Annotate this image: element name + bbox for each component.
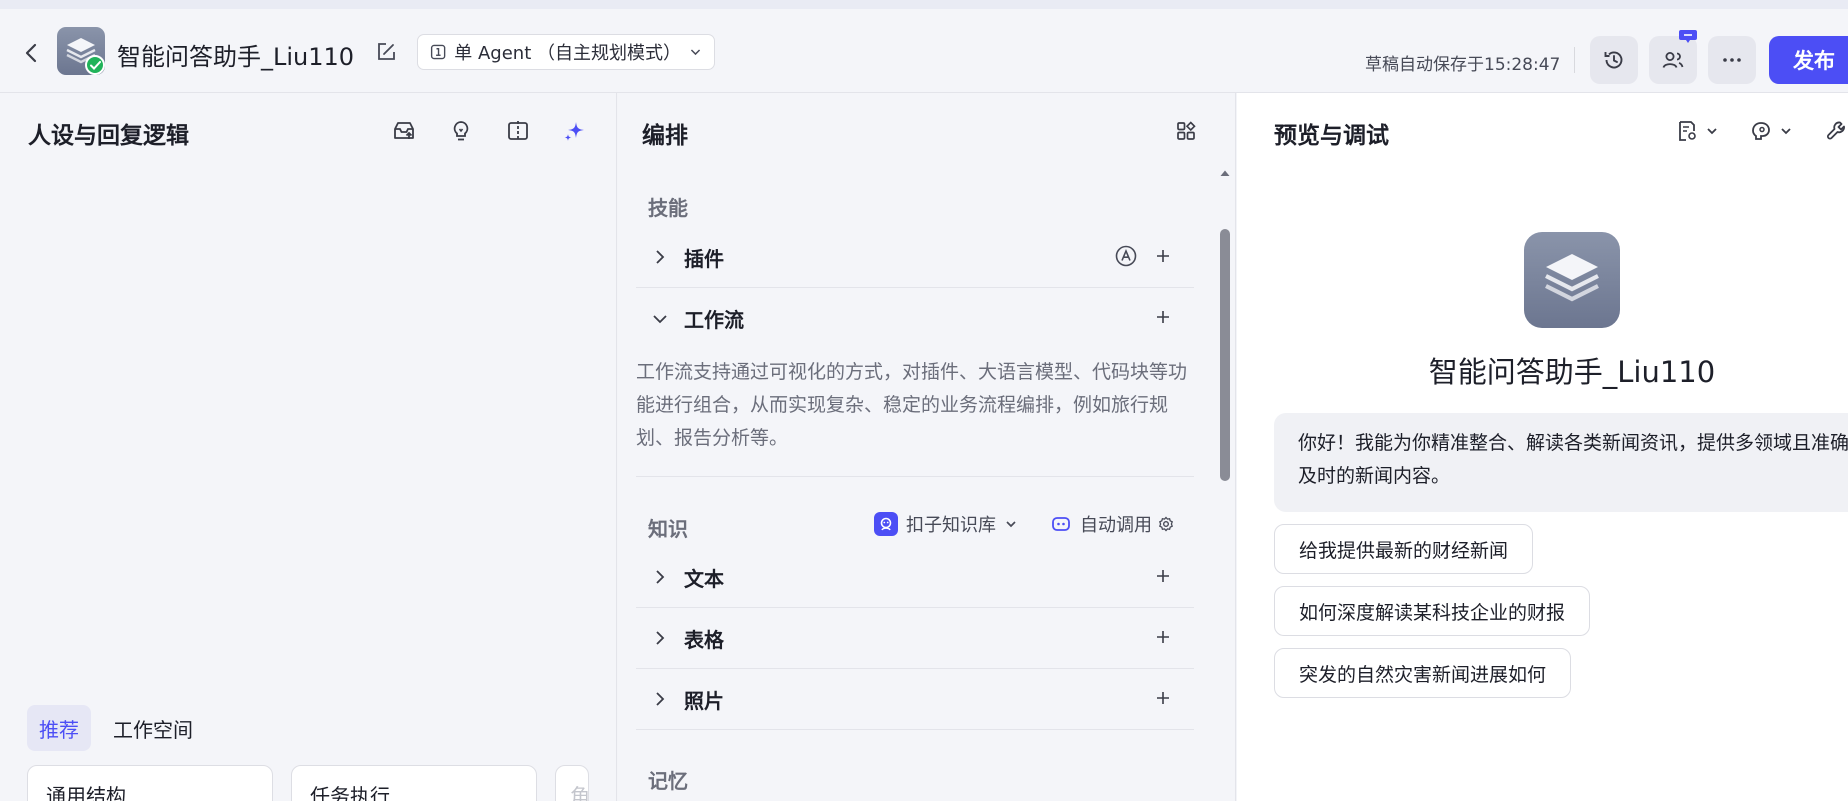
suggested-question[interactable]: 给我提供最新的财经新闻	[1274, 524, 1534, 574]
photo-knowledge-label: 照片	[684, 688, 724, 713]
agent-mode-select[interactable]: 单 Agent （自主规划模式）	[417, 34, 715, 70]
add-plugin-icon[interactable]	[1152, 245, 1174, 267]
workflow-row[interactable]: 工作流	[636, 288, 1194, 349]
edit-icon[interactable]	[375, 41, 397, 63]
plugins-row[interactable]: 插件	[636, 227, 1194, 288]
auto-select-icon[interactable]	[1114, 244, 1138, 268]
more-icon	[1723, 58, 1741, 62]
kb-logo-icon	[874, 512, 898, 536]
compare-icon[interactable]	[504, 117, 532, 145]
memory-heading: 记忆	[648, 769, 688, 793]
template-card[interactable]: 角	[555, 765, 589, 801]
brain-icon	[1752, 122, 1770, 140]
chevron-right-icon	[656, 250, 665, 264]
document-settings-icon	[1679, 121, 1696, 141]
layout-grid-icon[interactable]	[1172, 117, 1200, 145]
chevron-down-icon	[653, 314, 667, 323]
autosave-status: 草稿自动保存于15:28:47	[1365, 55, 1561, 75]
gear-icon[interactable]	[1158, 516, 1174, 532]
table-knowledge-row[interactable]: 表格	[636, 608, 1194, 669]
tab-recommend[interactable]: 推荐	[27, 705, 91, 751]
greeting-message: 你好！我能为你精准整合、解读各类新闻资讯，提供多领域且准确及时的新闻内容。	[1274, 413, 1848, 512]
preview-bot-name: 智能问答助手_Liu110	[1428, 355, 1716, 389]
agent-mode-icon	[430, 44, 446, 60]
template-card[interactable]: 任务执行	[291, 765, 537, 801]
preview-panel: 预览与调试 智能问答助手_Liu110 你好！我能为你精准整合、解读各类新闻资讯…	[1237, 93, 1848, 801]
bot-name-title: 智能问答助手_Liu110	[117, 43, 355, 71]
lightbulb-icon[interactable]	[447, 117, 475, 145]
orchestration-panel: 编排 技能 插件 工作流 工作流支持通过可视化的方式，对插件、大语言模型、代码块…	[618, 93, 1236, 801]
workflow-description: 工作流支持通过可视化的方式，对插件、大语言模型、代码块等功能进行组合，从而实现复…	[636, 361, 1188, 449]
preview-panel-title: 预览与调试	[1274, 123, 1389, 149]
auto-call-label: 自动调用	[1080, 515, 1152, 536]
text-knowledge-label: 文本	[684, 566, 724, 591]
add-text-icon[interactable]	[1152, 565, 1174, 587]
agent-mode-label: 单 Agent （自主规划模式）	[454, 43, 681, 64]
layers-icon	[1545, 254, 1599, 302]
publish-button[interactable]: 发布	[1769, 36, 1848, 84]
chevron-down-icon	[1781, 128, 1791, 135]
knowledge-heading: 知识	[648, 517, 688, 541]
wrench-button[interactable]	[1825, 119, 1848, 143]
auto-call-toggle[interactable]: 自动调用	[1050, 511, 1174, 537]
section-divider	[636, 476, 1194, 477]
add-workflow-icon[interactable]	[1152, 306, 1174, 328]
kb-select-label: 扣子知识库	[906, 515, 996, 536]
debug-detail-select[interactable]	[1675, 119, 1719, 143]
photo-knowledge-row[interactable]: 照片	[636, 669, 1194, 730]
plugins-label: 插件	[684, 246, 724, 271]
scroll-up-arrow[interactable]	[1218, 165, 1232, 179]
chevron-right-icon	[656, 631, 665, 645]
add-table-icon[interactable]	[1152, 626, 1174, 648]
sparkle-icon[interactable]	[561, 117, 589, 145]
robot-icon	[1052, 517, 1070, 531]
preview-bot-avatar	[1524, 232, 1620, 328]
wrench-icon	[1827, 121, 1845, 140]
template-tabs: 推荐 工作空间	[27, 705, 205, 751]
header-divider	[1574, 47, 1575, 73]
scrollbar-thumb[interactable]	[1220, 229, 1230, 481]
model-config-select[interactable]	[1749, 119, 1793, 143]
text-knowledge-row[interactable]: 文本	[636, 547, 1194, 608]
collaborate-icon	[1662, 52, 1684, 68]
table-knowledge-label: 表格	[684, 627, 724, 652]
published-check-icon	[85, 55, 105, 75]
tab-workspace[interactable]: 工作空间	[101, 705, 205, 751]
back-icon[interactable]	[20, 41, 44, 65]
save-prompt-icon[interactable]	[390, 117, 418, 145]
chevron-down-icon	[1006, 521, 1016, 528]
template-card[interactable]: 通用结构	[27, 765, 273, 801]
chevron-down-icon	[1707, 128, 1717, 135]
chevron-down-icon	[690, 49, 701, 56]
suggested-question[interactable]: 如何深度解读某科技企业的财报	[1274, 586, 1591, 636]
new-badge-icon	[1679, 30, 1697, 43]
collaborate-button[interactable]	[1649, 30, 1697, 84]
history-button[interactable]	[1590, 36, 1638, 84]
suggested-question[interactable]: 突发的自然灾害新闻进展如何	[1274, 648, 1572, 698]
persona-panel-title: 人设与回复逻辑	[28, 123, 189, 149]
workflow-label: 工作流	[684, 308, 744, 332]
header-bar: 智能问答助手_Liu110 单 Agent （自主规划模式） 草稿自动保存于15…	[0, 9, 1848, 93]
add-photo-icon[interactable]	[1152, 687, 1174, 709]
persona-panel: 人设与回复逻辑 推荐 工作空间 通用结构 任务执行 角	[0, 93, 617, 801]
top-strip	[0, 0, 1848, 9]
history-icon	[1604, 51, 1623, 69]
knowledge-base-select[interactable]: 扣子知识库	[874, 511, 1018, 537]
chevron-right-icon	[656, 570, 665, 584]
chevron-right-icon	[656, 692, 665, 706]
orchestration-panel-title: 编排	[642, 123, 688, 149]
skills-heading: 技能	[648, 196, 688, 220]
more-button[interactable]	[1708, 36, 1756, 84]
